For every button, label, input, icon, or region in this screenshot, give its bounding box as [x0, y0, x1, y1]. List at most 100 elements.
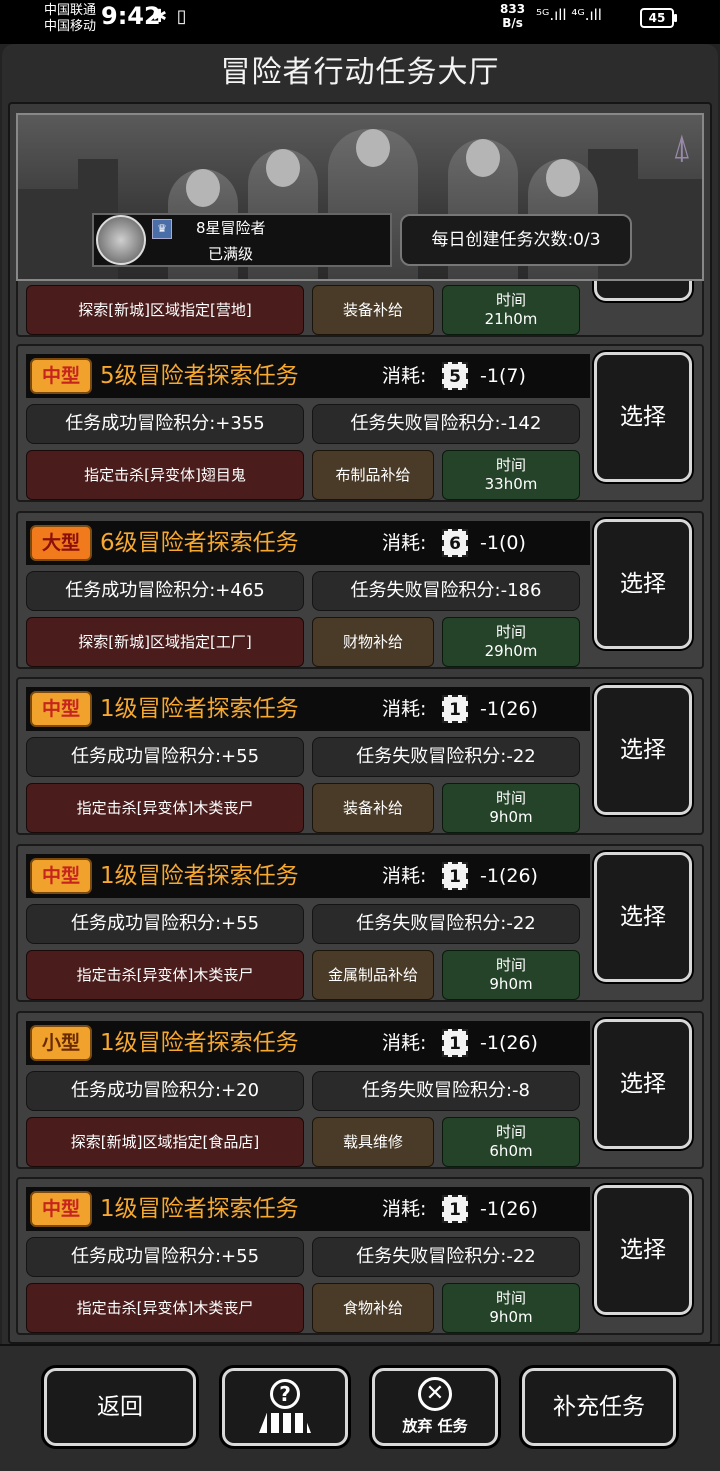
carrier-1: 中国联通	[44, 3, 97, 18]
select-button[interactable]	[594, 281, 692, 301]
task-objective: 探索[新城]区域指定[工厂]	[26, 617, 304, 667]
task-time: 时间 21h0m	[442, 285, 580, 335]
refill-tasks-label: 补充任务	[553, 1394, 645, 1420]
fail-penalty: 任务失败冒险积分:-22	[312, 904, 580, 944]
cost-label: 消耗:	[382, 1032, 427, 1054]
task-time: 时间 9h0m	[442, 1283, 580, 1333]
back-button-label: 返回	[97, 1394, 143, 1420]
character-head	[266, 149, 300, 187]
select-button[interactable]: 选择	[594, 852, 692, 982]
select-button[interactable]: 选择	[594, 1019, 692, 1149]
task-time-value: 6h0m	[489, 1142, 533, 1160]
task-size-badge: 中型	[30, 691, 92, 727]
task-objective: 指定击杀[异变体]木类丧尸	[26, 1283, 304, 1333]
task-card: 中型 1级冒险者探索任务 消耗: 1 -1(26) 任务成功冒险积分:+55 任…	[16, 1177, 704, 1335]
task-list[interactable]: 探索[新城]区域指定[营地] 装备补给 时间 21h0m 中型 5级冒险者探索任…	[16, 281, 704, 1336]
net-speed-value: 833	[500, 2, 526, 16]
task-supply: 食物补给	[312, 1283, 434, 1333]
task-size-badge: 中型	[30, 1191, 92, 1227]
character-head	[356, 129, 390, 167]
fail-penalty: 任务失败冒险积分:-22	[312, 1237, 580, 1277]
task-supply: 金属制品补给	[312, 950, 434, 1000]
task-time-label: 时间	[495, 1289, 526, 1307]
select-button[interactable]: 选择	[594, 685, 692, 815]
character-head	[466, 139, 500, 177]
task-title: 1级冒险者探索任务	[100, 863, 299, 889]
success-reward: 任务成功冒险积分:+355	[26, 404, 304, 444]
level-card-icon: 5	[442, 362, 468, 390]
level-card-icon: 1	[442, 1195, 468, 1223]
status-bar: 中国联通 中国移动 9:42 ✱ ▯ 833 B/s ⁵ᴳ.ıll ⁴ᴳ.ıll…	[0, 0, 720, 44]
select-button[interactable]: 选择	[594, 519, 692, 649]
task-time-label: 时间	[495, 956, 526, 974]
task-objective: 指定击杀[异变体]翅目鬼	[26, 450, 304, 500]
character-head	[546, 159, 580, 197]
level-card-icon: 1	[442, 1029, 468, 1057]
level-card-icon: 1	[442, 695, 468, 723]
signal-icons: ⁵ᴳ.ıll ⁴ᴳ.ıll	[536, 6, 602, 24]
avatar[interactable]	[96, 215, 146, 265]
success-reward: 任务成功冒险积分:+55	[26, 1237, 304, 1277]
cost-label: 消耗:	[382, 865, 427, 887]
task-objective: 探索[新城]区域指定[食品店]	[26, 1117, 304, 1167]
cost-label: 消耗:	[382, 365, 427, 387]
player-level-status: 已满级	[208, 245, 254, 263]
abandon-task-button[interactable]: ✕ 放弃 任务	[372, 1368, 498, 1446]
success-reward: 任务成功冒险积分:+20	[26, 1071, 304, 1111]
fail-penalty: 任务失败冒险积分:-8	[312, 1071, 580, 1111]
task-size-badge: 小型	[30, 1025, 92, 1061]
net-speed: 833 B/s	[500, 2, 525, 30]
cost-label: 消耗:	[382, 1198, 427, 1220]
task-supply: 财物补给	[312, 617, 434, 667]
fail-penalty: 任务失败冒险积分:-142	[312, 404, 580, 444]
task-title: 5级冒险者探索任务	[100, 363, 299, 389]
cost-value: -1(26)	[480, 1032, 538, 1054]
task-time-label: 时间	[495, 291, 526, 309]
task-size-badge: 中型	[30, 858, 92, 894]
task-title: 1级冒险者探索任务	[100, 696, 299, 722]
task-time-value: 9h0m	[489, 808, 533, 826]
building-silhouette	[18, 189, 78, 279]
fail-penalty: 任务失败冒险积分:-22	[312, 737, 580, 777]
task-objective: 探索[新城]区域指定[营地]	[26, 285, 304, 335]
help-button[interactable]: ?	[222, 1368, 348, 1446]
cost-value: -1(0)	[480, 532, 526, 554]
task-time: 时间 9h0m	[442, 950, 580, 1000]
select-button[interactable]: 选择	[594, 352, 692, 482]
question-icon: ?	[270, 1379, 300, 1409]
task-supply: 载具维修	[312, 1117, 434, 1167]
carrier-2: 中国移动	[44, 19, 97, 34]
task-time-label: 时间	[495, 456, 526, 474]
bluetooth-vibrate-icons: ✱ ▯	[152, 6, 189, 27]
cost-label: 消耗:	[382, 532, 427, 554]
task-supply: 布制品补给	[312, 450, 434, 500]
close-icon: ✕	[418, 1377, 452, 1411]
task-card: 中型 1级冒险者探索任务 消耗: 1 -1(26) 任务成功冒险积分:+55 任…	[16, 844, 704, 1002]
task-time-label: 时间	[495, 623, 526, 641]
task-card-partial: 探索[新城]区域指定[营地] 装备补给 时间 21h0m	[16, 281, 704, 337]
task-time-label: 时间	[495, 1123, 526, 1141]
cost-value: -1(26)	[480, 1198, 538, 1220]
player-rank: 8星冒险者	[196, 219, 266, 237]
refill-tasks-button[interactable]: 补充任务	[522, 1368, 676, 1446]
cost-value: -1(7)	[480, 365, 526, 387]
task-time-value: 29h0m	[484, 642, 538, 660]
task-objective: 指定击杀[异变体]木类丧尸	[26, 783, 304, 833]
back-button[interactable]: 返回	[44, 1368, 196, 1446]
task-card: 中型 5级冒险者探索任务 消耗: 5 -1(7) 任务成功冒险积分:+355 任…	[16, 344, 704, 502]
select-button[interactable]: 选择	[594, 1185, 692, 1315]
task-time-value: 33h0m	[484, 475, 538, 493]
cost-label: 消耗:	[382, 698, 427, 720]
success-reward: 任务成功冒险积分:+465	[26, 571, 304, 611]
success-reward: 任务成功冒险积分:+55	[26, 904, 304, 944]
task-title: 1级冒险者探索任务	[100, 1196, 299, 1222]
task-time: 时间 6h0m	[442, 1117, 580, 1167]
task-time-value: 9h0m	[489, 1308, 533, 1326]
rank-icon: ♛	[152, 219, 172, 239]
task-card: 中型 1级冒险者探索任务 消耗: 1 -1(26) 任务成功冒险积分:+55 任…	[16, 677, 704, 835]
task-size-badge: 大型	[30, 525, 92, 561]
cost-value: -1(26)	[480, 698, 538, 720]
task-card: 大型 6级冒险者探索任务 消耗: 6 -1(0) 任务成功冒险积分:+465 任…	[16, 511, 704, 669]
task-title: 1级冒险者探索任务	[100, 1030, 299, 1056]
task-supply: 装备补给	[312, 783, 434, 833]
